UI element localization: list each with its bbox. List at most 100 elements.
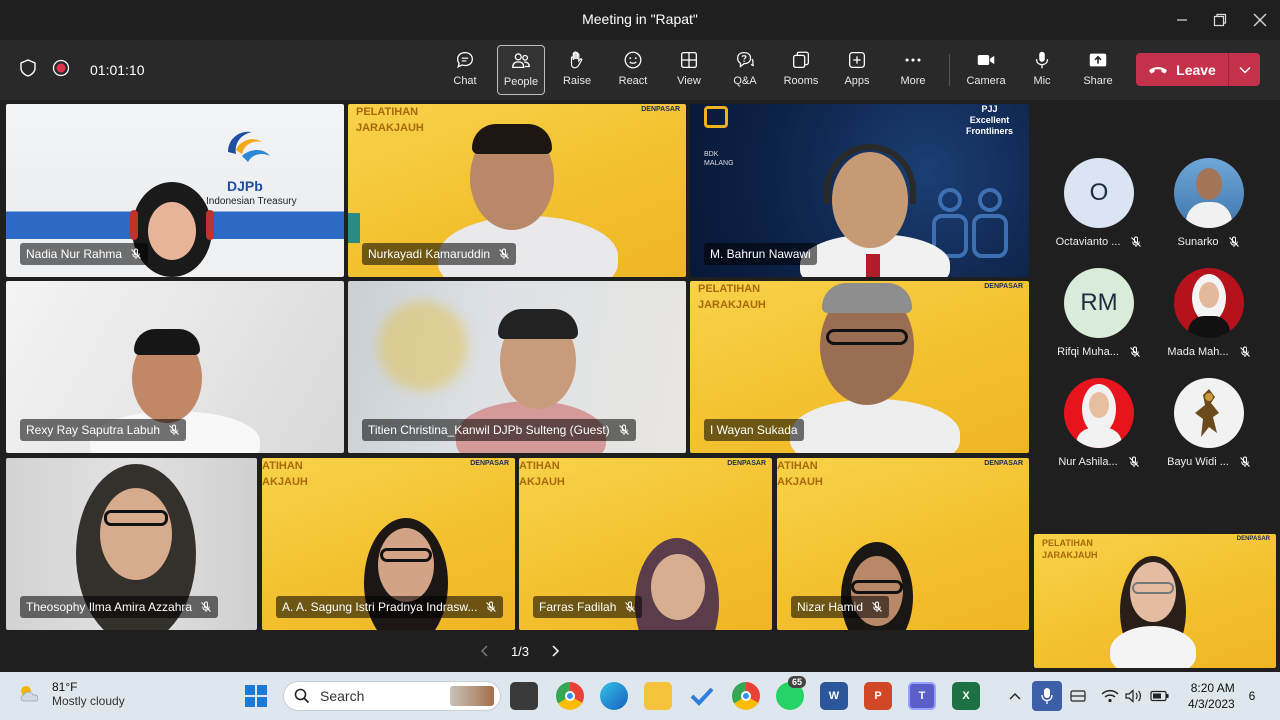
mic-off-icon	[625, 601, 636, 612]
todo-icon[interactable]	[688, 682, 716, 710]
notification-count[interactable]: 6	[1244, 686, 1260, 706]
chat-button[interactable]: Chat	[441, 45, 489, 95]
chevron-right-icon[interactable]	[550, 644, 560, 658]
headset	[824, 144, 916, 204]
video-tile[interactable]: Theosophy Ilma Amira Azzahra	[6, 458, 257, 630]
share-button[interactable]: Share	[1074, 45, 1122, 95]
chat-label: Chat	[453, 75, 477, 87]
teams-icon[interactable]: T	[908, 682, 936, 710]
roster-participant[interactable]: Mada Mah...	[1159, 268, 1259, 358]
rooms-label: Rooms	[783, 75, 819, 87]
hair	[498, 309, 578, 339]
edge-icon[interactable]	[600, 682, 628, 710]
video-tile[interactable]: DJPb Indonesian Treasury Nadia Nur Rahma	[6, 104, 344, 277]
face	[378, 528, 434, 602]
video-tile[interactable]: PELATIHAN JARAKJAUH DENPASAR I Wayan Suka…	[690, 281, 1029, 453]
roster-participant[interactable]: Nur Ashila...	[1049, 378, 1149, 468]
hang-up-icon	[1149, 66, 1168, 73]
toolbar-divider	[949, 54, 950, 86]
shield-icon[interactable]	[20, 58, 36, 82]
video-tile[interactable]: ATIHAN AKJAUH DENPASAR Nizar Hamid	[777, 458, 1029, 630]
participant-name-tag: Titien Christina_Kanwil DJPb Sulteng (Gu…	[362, 419, 636, 441]
people-icon	[512, 53, 530, 69]
roster-participant[interactable]: Bayu Widi ...	[1159, 378, 1259, 468]
headset-ear	[130, 210, 138, 240]
pelatihan-banner: PELATIHAN JARAKJAUH	[356, 106, 424, 134]
powerpoint-icon[interactable]: P	[864, 682, 892, 710]
participant-name-tag: Nurkayadi Kamaruddin	[362, 243, 517, 265]
video-tile[interactable]: BDK MALANG PJJ Excellent Frontliners M. Bah…	[690, 104, 1029, 277]
chat-icon	[457, 52, 473, 69]
view-button[interactable]: View	[665, 45, 713, 95]
video-tile[interactable]: Rexy Ray Saputra Labuh	[6, 281, 344, 453]
qa-button[interactable]: Q&A	[721, 45, 769, 95]
excel-icon[interactable]: X	[952, 682, 980, 710]
chevron-left-icon[interactable]	[480, 644, 490, 658]
mic-off-icon	[499, 248, 509, 259]
more-button[interactable]: More	[889, 45, 937, 95]
close-icon[interactable]	[1240, 0, 1280, 40]
self-view[interactable]: PELATIHAN JARAKJAUH DENPASAR	[1034, 534, 1276, 668]
mic-off-icon	[1239, 456, 1250, 467]
camera-label: Camera	[966, 75, 1006, 87]
apps-button[interactable]: Apps	[833, 45, 881, 95]
chrome-icon[interactable]	[556, 682, 584, 710]
video-tile[interactable]: PELATIHAN JARAKJAUH DENPASAR Nurkayadi Ka…	[348, 104, 686, 277]
roster-participant[interactable]: Sunarko	[1159, 158, 1259, 248]
system-clock[interactable]: 8:20 AM 4/3/2023	[1188, 680, 1235, 712]
smile-icon	[624, 51, 642, 69]
roster-participant[interactable]: O Octavianto ...	[1049, 158, 1149, 248]
react-button[interactable]: React	[609, 45, 657, 95]
minimize-icon[interactable]	[1162, 0, 1202, 40]
pelatihan-banner: ATIHAN AKJAUH	[777, 460, 823, 488]
microphone-icon	[1035, 51, 1049, 69]
pelatihan-banner: ATIHAN AKJAUH	[262, 460, 308, 488]
rooms-button[interactable]: Rooms	[777, 45, 825, 95]
avatar	[1174, 378, 1244, 448]
video-tile[interactable]: ATIHAN AKJAUH DENPASAR Farras Fadilah	[519, 458, 772, 630]
chrome-profile-icon[interactable]	[732, 682, 760, 710]
video-tile[interactable]: ATIHAN AKJAUH DENPASAR A. A. Sagung Istri…	[262, 458, 515, 630]
avatar	[1174, 158, 1244, 228]
mic-button[interactable]: Mic	[1018, 45, 1066, 95]
hair	[822, 283, 912, 313]
people-label: People	[503, 76, 539, 88]
people-button[interactable]: People	[497, 45, 545, 95]
volume-icon[interactable]	[1124, 686, 1144, 706]
pelatihan-banner: ATIHAN AKJAUH	[519, 460, 565, 488]
windows-start-icon[interactable]	[244, 684, 268, 713]
wifi-icon[interactable]	[1100, 686, 1120, 706]
roster-participant[interactable]: RM Rifqi Muha...	[1049, 268, 1149, 358]
react-label: React	[618, 75, 648, 87]
file-explorer-icon[interactable]	[644, 682, 672, 710]
search-placeholder: Search	[320, 688, 365, 704]
mic-off-icon	[486, 601, 497, 612]
leave-button[interactable]: Leave	[1136, 53, 1260, 86]
pelatihan-banner: PELATIHAN JARAKJAUH	[1042, 538, 1098, 560]
denpasar-logo: DENPASAR	[984, 283, 1023, 290]
clock-time: 8:20 AM	[1190, 681, 1235, 695]
leave-main[interactable]: Leave	[1136, 53, 1228, 86]
face	[651, 554, 705, 620]
whatsapp-icon[interactable]: 65	[776, 676, 807, 710]
taskbar-search[interactable]: Search	[283, 681, 501, 711]
word-icon[interactable]: W	[820, 682, 848, 710]
clock-date: 4/3/2023	[1188, 697, 1235, 711]
video-tile[interactable]: Titien Christina_Kanwil DJPb Sulteng (Gu…	[348, 281, 686, 453]
weather-widget[interactable]: 81°F Mostly cloudy	[16, 680, 125, 708]
meet-now-icon[interactable]	[1068, 686, 1088, 706]
task-view-icon[interactable]	[510, 682, 538, 710]
raise-hand-button[interactable]: Raise	[553, 45, 601, 95]
chevron-up-icon[interactable]	[1006, 686, 1024, 706]
denpasar-logo: DENPASAR	[1236, 536, 1270, 542]
camera-button[interactable]: Camera	[962, 45, 1010, 95]
mic-tray-icon[interactable]	[1032, 681, 1062, 711]
leave-options-dropdown[interactable]	[1229, 53, 1260, 86]
participant-name-tag: Nadia Nur Rahma	[20, 243, 149, 265]
meeting-timer: 01:01:10	[90, 62, 145, 78]
view-label: View	[677, 75, 701, 87]
qa-label: Q&A	[733, 75, 757, 87]
raise-label: Raise	[562, 75, 592, 87]
battery-icon[interactable]	[1150, 686, 1170, 706]
restore-icon[interactable]	[1200, 0, 1240, 40]
